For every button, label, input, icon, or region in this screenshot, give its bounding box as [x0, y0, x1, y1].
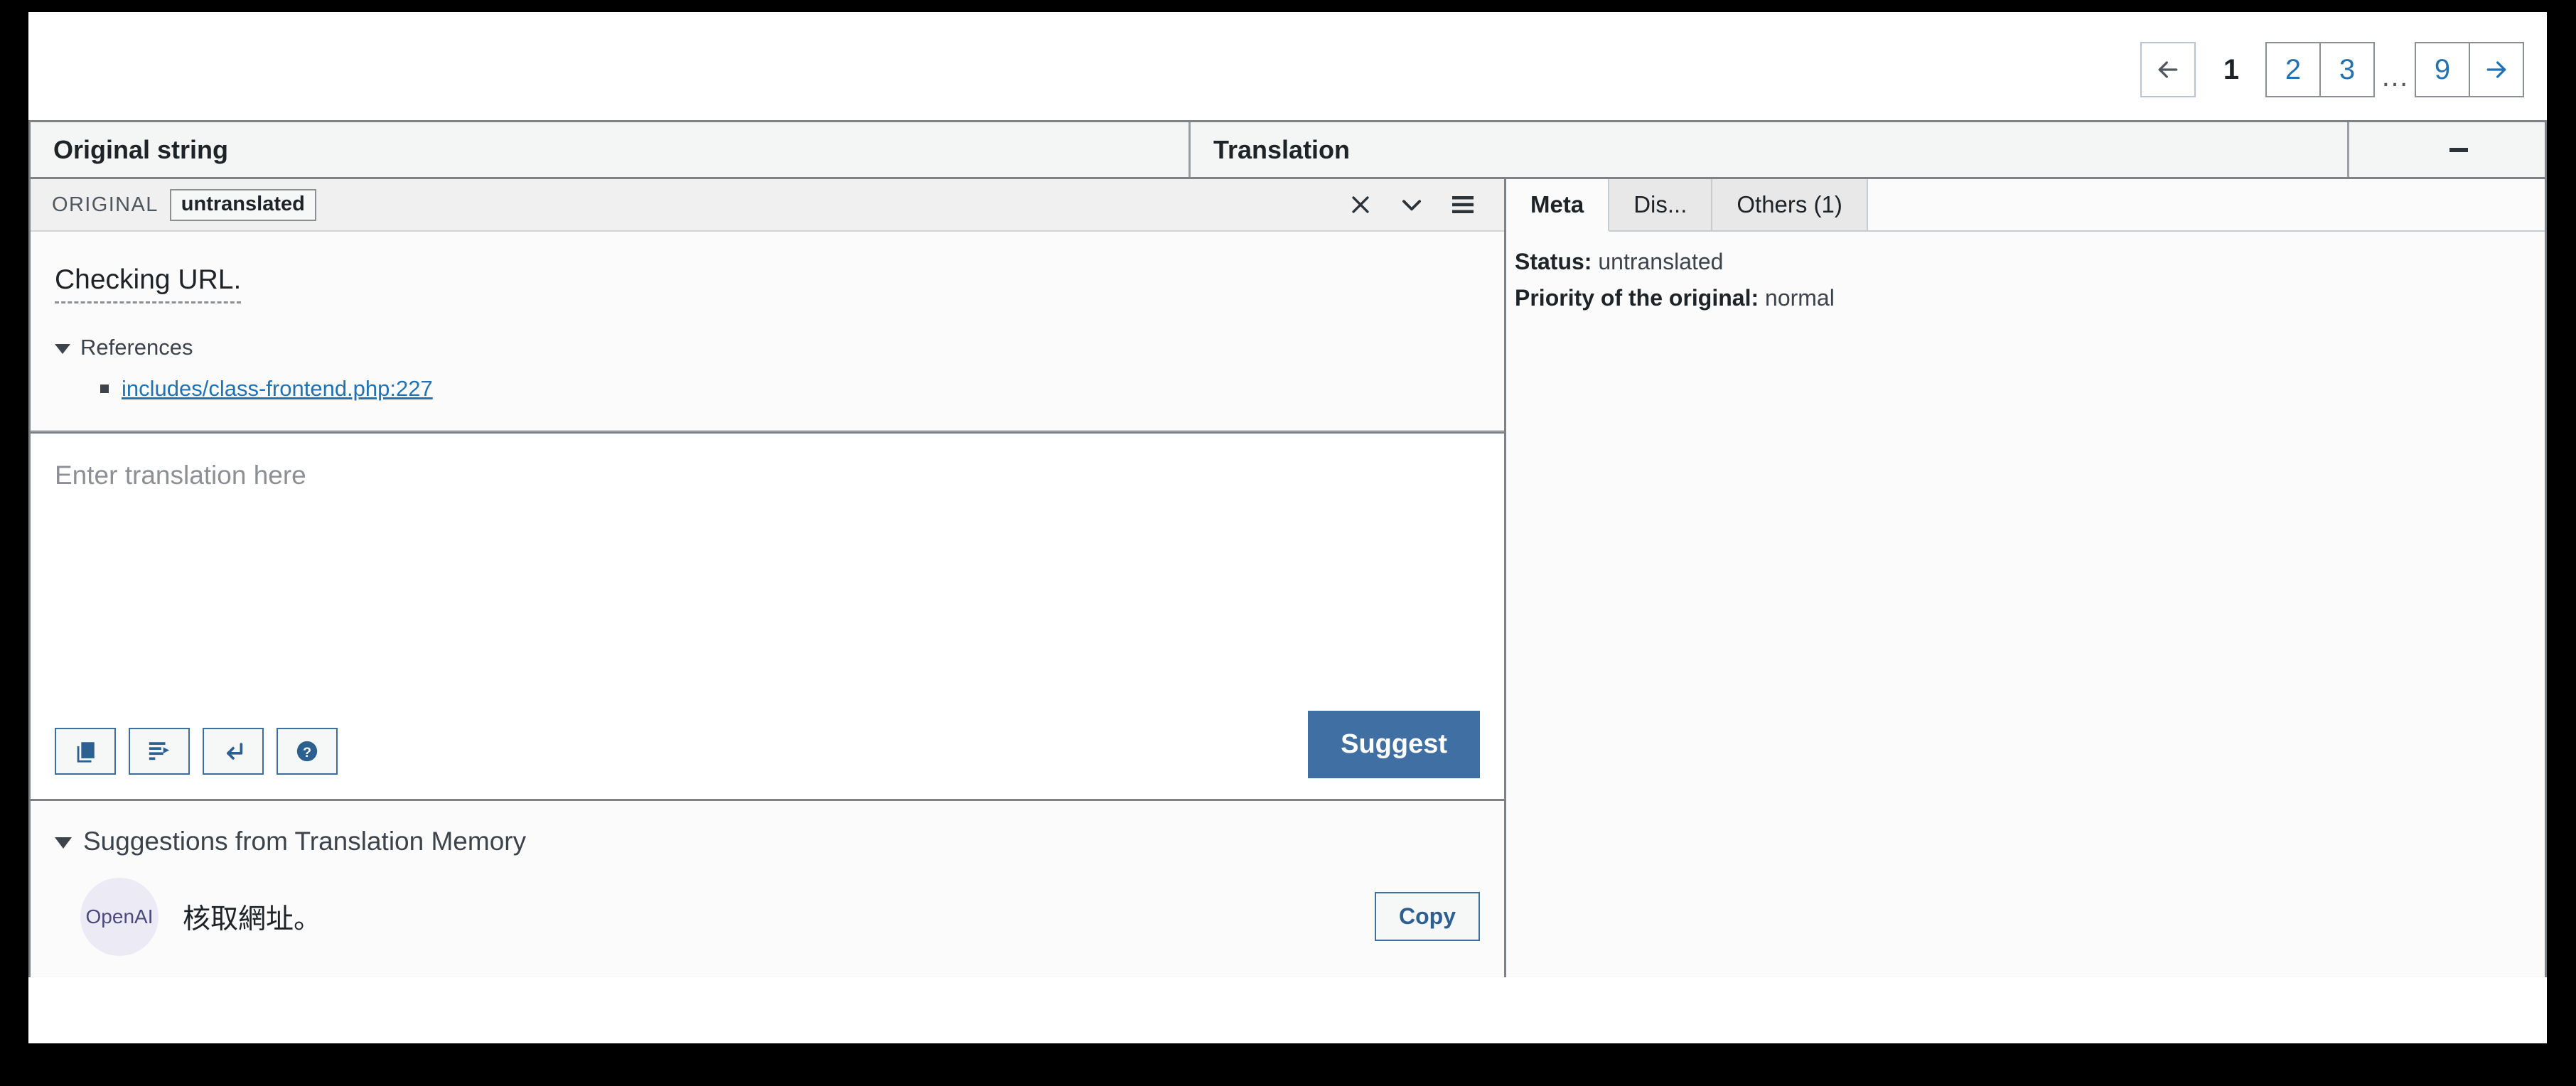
meta-sidebar: Meta Dis... Others (1) Status: untransla… — [1506, 179, 2545, 977]
translation-table: Original string Translation ORIGINAL unt… — [28, 120, 2547, 977]
table-header-row: Original string Translation — [31, 122, 2545, 179]
column-header-translation: Translation — [1191, 122, 2349, 177]
meta-field-status-key: Status: — [1515, 249, 1592, 274]
page-frame: 1 2 3 … 9 Original string Translation OR… — [28, 12, 2547, 1043]
tab-meta[interactable]: Meta — [1506, 179, 1610, 232]
tab-discussion[interactable]: Dis... — [1609, 179, 1713, 230]
table-body: ORIGINAL untranslated Checking URL. Refe… — [31, 179, 2545, 977]
menu-icon[interactable] — [1437, 183, 1488, 226]
pagination-current-page: 1 — [2223, 53, 2240, 85]
translation-editor[interactable]: Enter translation here — [31, 431, 1504, 701]
original-body: Checking URL. References includes/class-… — [31, 232, 1504, 431]
pagination-ellipsis: … — [2381, 61, 2410, 92]
help-button[interactable]: ? — [277, 727, 338, 775]
translation-memory-toggle[interactable]: Suggestions from Translation Memory — [55, 827, 1480, 856]
bullet-icon — [100, 384, 109, 393]
chevron-down-icon[interactable] — [1386, 183, 1437, 226]
insert-tab-button[interactable] — [129, 727, 190, 775]
original-strip: ORIGINAL untranslated — [31, 179, 1504, 232]
original-label: ORIGINAL — [52, 193, 159, 216]
copy-icon — [77, 742, 95, 763]
status-badge: untranslated — [169, 188, 316, 221]
original-string-text: Checking URL. — [55, 263, 242, 303]
references-label: References — [80, 334, 193, 360]
return-arrow-icon — [227, 742, 243, 760]
meta-field-priority-value: normal — [1765, 285, 1835, 311]
question-circle-icon: ? — [296, 741, 318, 761]
pagination-page-3[interactable]: 3 — [2319, 42, 2375, 97]
pagination-prev-button[interactable] — [2140, 42, 2196, 97]
references-toggle[interactable]: References — [55, 335, 1483, 360]
svg-text:?: ? — [303, 745, 311, 760]
suggestion-text: 核取網址。 — [183, 903, 322, 935]
pagination-next-button[interactable] — [2469, 42, 2524, 97]
list-item: OpenAI 核取網址。 Copy — [55, 877, 1480, 956]
column-header-original: Original string — [31, 122, 1191, 177]
list-item: includes/class-frontend.php:227 — [100, 376, 1483, 402]
openai-source-badge: OpenAI — [80, 877, 159, 956]
copy-suggestion-button[interactable]: Copy — [1375, 892, 1480, 942]
pagination-page-2[interactable]: 2 — [2265, 42, 2321, 97]
collapse-all-button[interactable] — [2349, 122, 2545, 177]
meta-field-priority: Priority of the original: normal — [1515, 285, 2545, 311]
arrow-left-icon — [2158, 61, 2178, 78]
insert-line-icon — [149, 742, 170, 760]
references-list: includes/class-frontend.php:227 — [55, 376, 1483, 402]
arrow-right-icon — [2486, 61, 2506, 78]
meta-field-status: Status: untranslated — [1515, 249, 2545, 275]
pagination-page-last[interactable]: 9 — [2415, 42, 2470, 97]
translation-memory-block: Suggestions from Translation Memory Open… — [31, 800, 1504, 977]
meta-fields: Status: untranslated Priority of the ori… — [1506, 232, 2545, 311]
close-icon[interactable] — [1335, 183, 1386, 226]
minus-icon — [2449, 147, 2468, 152]
meta-tab-list: Meta Dis... Others (1) — [1506, 179, 2545, 232]
translation-memory-label: Suggestions from Translation Memory — [83, 826, 527, 856]
tab-others[interactable]: Others (1) — [1712, 179, 1868, 230]
editor-column: ORIGINAL untranslated Checking URL. Refe… — [31, 179, 1506, 977]
translation-input-placeholder: Enter translation here — [55, 460, 306, 490]
suggest-button[interactable]: Suggest — [1308, 710, 1480, 778]
pagination: 1 2 3 … 9 — [2140, 42, 2524, 97]
meta-field-priority-key: Priority of the original: — [1515, 285, 1759, 311]
editor-action-row: ? Suggest — [31, 701, 1504, 801]
copy-from-original-button[interactable] — [55, 727, 116, 775]
insert-newline-button[interactable] — [203, 727, 264, 775]
triangle-down-icon — [55, 343, 70, 354]
triangle-down-icon — [55, 837, 72, 849]
meta-field-status-value: untranslated — [1598, 249, 1724, 274]
meta-tabs-filler — [1867, 179, 2545, 230]
reference-link[interactable]: includes/class-frontend.php:227 — [122, 376, 433, 402]
